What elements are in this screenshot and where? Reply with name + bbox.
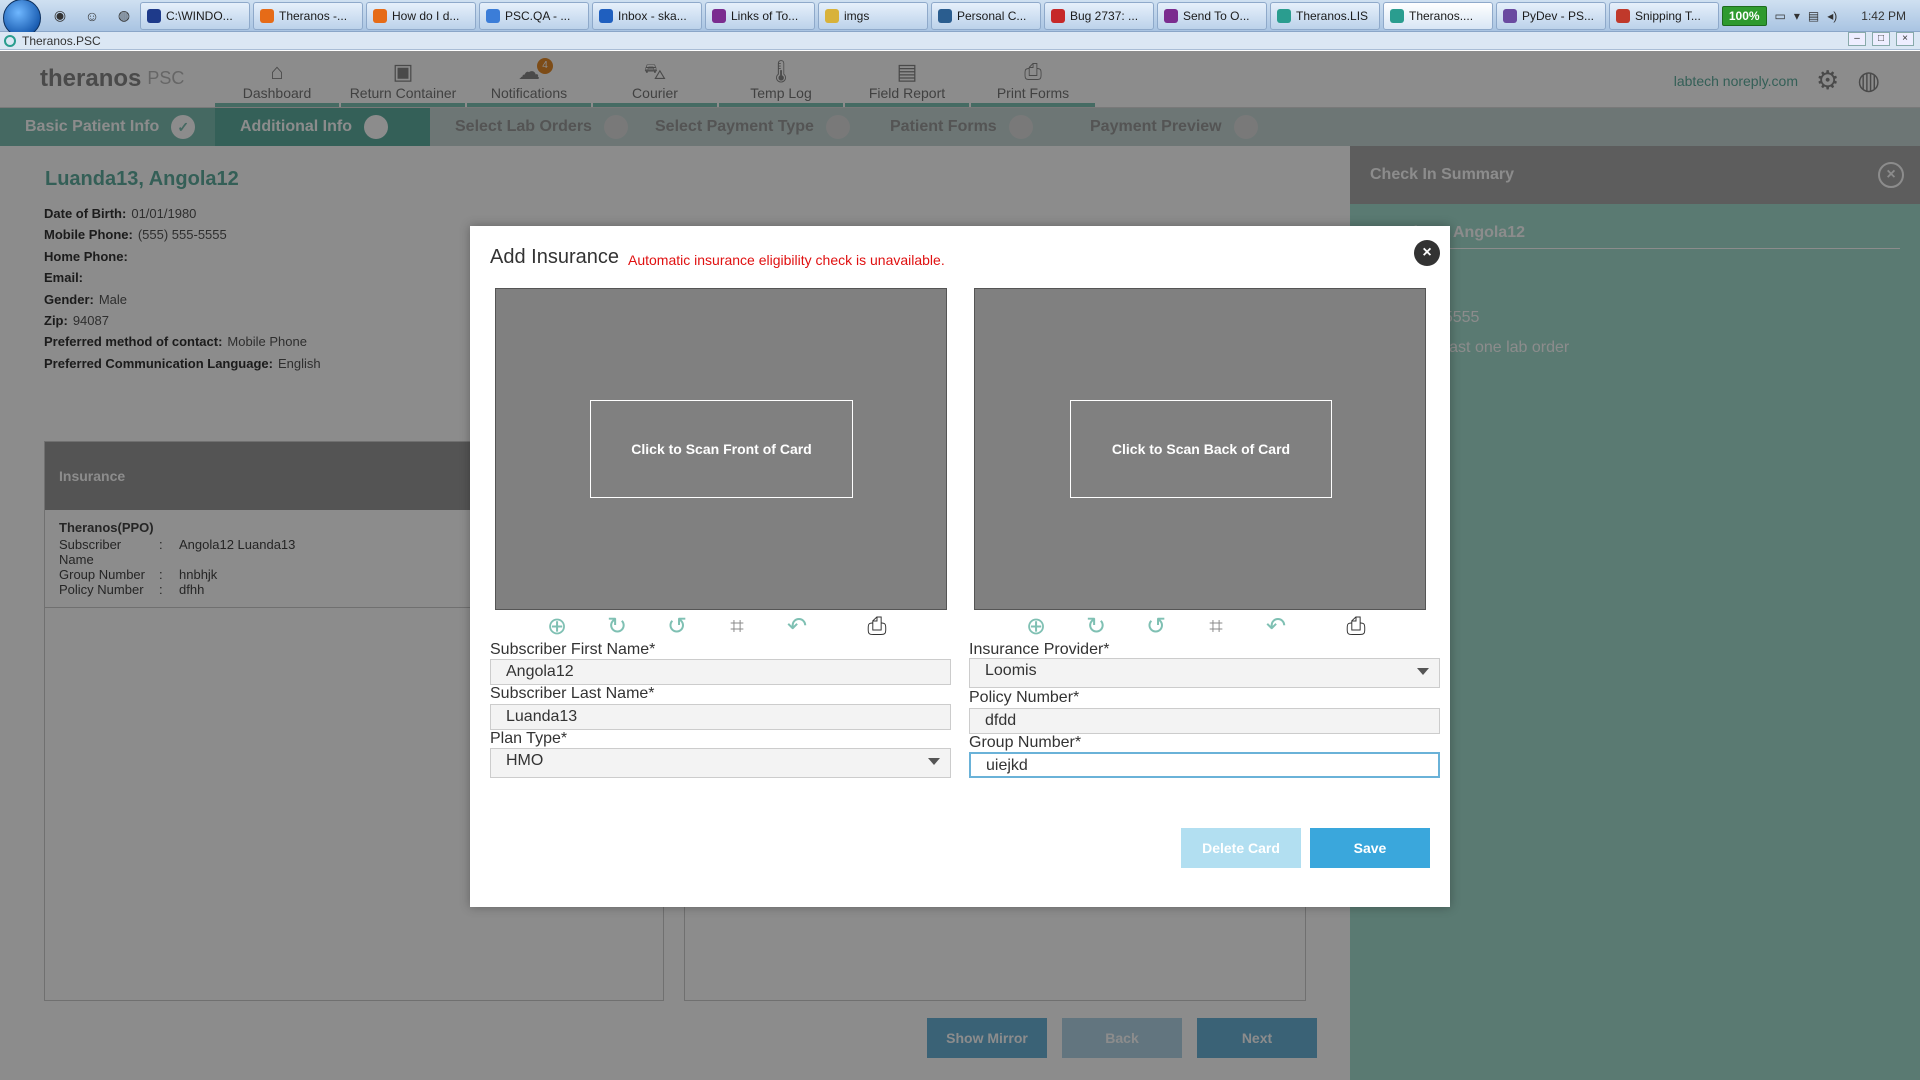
quicklaunch-app-icon[interactable]: ◍ xyxy=(108,2,140,30)
plan-type-value: HMO xyxy=(506,752,544,769)
delete-card-button[interactable]: Delete Card xyxy=(1181,828,1301,868)
app-icon xyxy=(373,8,387,23)
taskbar-button-label: imgs xyxy=(844,8,870,23)
card-front-preview: Click to Scan Front of Card xyxy=(495,288,947,610)
taskbar-button[interactable]: Theranos.... xyxy=(1383,1,1493,30)
app-icon xyxy=(1164,8,1178,23)
crop-icon[interactable]: ⌗ xyxy=(722,612,752,642)
undo-icon[interactable]: ↶ xyxy=(782,612,812,642)
app-icon xyxy=(1503,8,1517,23)
plan-type-select[interactable]: HMO xyxy=(490,748,951,778)
taskbar-button-label: Send To O... xyxy=(1183,8,1250,23)
taskbar-button-label: Snipping T... xyxy=(1635,8,1701,23)
taskbar-button-label: C:\WINDO... xyxy=(166,8,233,23)
subscriber-last-label: Subscriber Last Name* xyxy=(490,685,655,702)
group-number-input[interactable]: uiejkd xyxy=(969,752,1440,778)
provider-label: Insurance Provider* xyxy=(969,641,1110,658)
zoom-icon[interactable]: ⊕ xyxy=(1021,612,1051,642)
taskbar-button-label: Theranos.... xyxy=(1409,8,1474,23)
quicklaunch-chrome-icon[interactable]: ◉ xyxy=(44,2,76,30)
network-icon[interactable]: ▤ xyxy=(1808,9,1819,23)
battery-indicator[interactable]: 100% xyxy=(1721,6,1767,26)
taskbar-button[interactable]: Personal C... xyxy=(931,1,1041,30)
app-icon xyxy=(1051,8,1065,23)
zoom-icon[interactable]: ⊕ xyxy=(542,612,572,642)
subscriber-first-input[interactable]: Angola12 xyxy=(490,659,951,685)
provider-value: Loomis xyxy=(985,662,1037,679)
app-icon xyxy=(1390,8,1404,23)
app-icon xyxy=(147,8,161,23)
window-title: Theranos.PSC xyxy=(22,33,101,48)
crop-icon[interactable]: ⌗ xyxy=(1201,612,1231,642)
provider-select[interactable]: Loomis xyxy=(969,658,1440,688)
app-icon xyxy=(4,34,16,47)
app-icon xyxy=(1277,8,1291,23)
minimize-button[interactable]: – xyxy=(1848,32,1866,46)
rotate-right-icon[interactable]: ↻ xyxy=(602,612,632,642)
group-number-label: Group Number* xyxy=(969,734,1082,751)
print-icon[interactable]: ⎙ xyxy=(1341,612,1371,642)
taskbar-button[interactable]: Theranos.LIS xyxy=(1270,1,1380,30)
print-icon[interactable]: ⎙ xyxy=(862,612,892,642)
undo-icon[interactable]: ↶ xyxy=(1261,612,1291,642)
plan-type-label: Plan Type* xyxy=(490,730,568,747)
windows-taskbar: ◉ ☺ ◍ C:\WINDO... Theranos -... How do I d… xyxy=(0,0,1920,37)
tray-expand-icon[interactable]: ▾ xyxy=(1794,9,1800,23)
taskbar-button[interactable]: Links of To... xyxy=(705,1,815,30)
taskbar-button-label: Theranos -... xyxy=(279,8,348,23)
rotate-left-icon[interactable]: ↺ xyxy=(1141,612,1171,642)
taskbar-button-label: Inbox - ska... xyxy=(618,8,687,23)
volume-icon[interactable]: ◂) xyxy=(1827,9,1837,23)
taskbar-button-label: PSC.QA - ... xyxy=(505,8,571,23)
start-button[interactable] xyxy=(0,0,44,37)
maximize-button[interactable]: □ xyxy=(1872,32,1890,46)
taskbar-button[interactable]: Bug 2737: ... xyxy=(1044,1,1154,30)
taskbar-button-label: Personal C... xyxy=(957,8,1027,23)
taskbar-button-label: Links of To... xyxy=(731,8,799,23)
chevron-down-icon xyxy=(928,758,940,765)
app-icon xyxy=(1616,8,1630,23)
clock[interactable]: 1:42 PM xyxy=(1861,9,1906,23)
taskbar-button[interactable]: imgs xyxy=(818,1,928,30)
app-icon xyxy=(486,8,500,23)
taskbar-button[interactable]: How do I d... xyxy=(366,1,476,30)
app-icon xyxy=(260,8,274,23)
scan-back-button[interactable]: Click to Scan Back of Card xyxy=(1070,400,1332,498)
power-icon[interactable]: ▭ xyxy=(1775,9,1786,23)
close-window-button[interactable]: × xyxy=(1896,32,1914,46)
taskbar-button[interactable]: Inbox - ska... xyxy=(592,1,702,30)
policy-number-label: Policy Number* xyxy=(969,689,1080,706)
eligibility-warning: Automatic insurance eligibility check is… xyxy=(628,252,945,268)
taskbar-button[interactable]: Send To O... xyxy=(1157,1,1267,30)
subscriber-first-label: Subscriber First Name* xyxy=(490,641,656,658)
taskbar-button[interactable]: C:\WINDO... xyxy=(140,1,250,30)
taskbar-button-label: How do I d... xyxy=(392,8,460,23)
taskbar-button-label: Bug 2737: ... xyxy=(1070,8,1139,23)
scan-front-button[interactable]: Click to Scan Front of Card xyxy=(590,400,853,498)
taskbar-button[interactable]: PSC.QA - ... xyxy=(479,1,589,30)
chevron-down-icon xyxy=(1417,668,1429,675)
policy-number-input[interactable]: dfdd xyxy=(969,708,1440,734)
app-icon xyxy=(712,8,726,23)
card-back-preview: Click to Scan Back of Card xyxy=(974,288,1426,610)
taskbar-button-label: PyDev - PS... xyxy=(1522,8,1595,23)
taskbar-button-label: Theranos.LIS xyxy=(1296,8,1369,23)
rotate-left-icon[interactable]: ↺ xyxy=(662,612,692,642)
modal-title: Add Insurance xyxy=(490,246,619,268)
app-icon xyxy=(599,8,613,23)
system-tray: 100% ▭ ▾ ▤ ◂) 1:42 PM xyxy=(1721,0,1920,32)
save-button[interactable]: Save xyxy=(1310,828,1430,868)
subscriber-last-input[interactable]: Luanda13 xyxy=(490,704,951,730)
quicklaunch-messenger-icon[interactable]: ☺ xyxy=(76,2,108,30)
taskbar-button[interactable]: PyDev - PS... xyxy=(1496,1,1606,30)
app-icon xyxy=(825,8,839,23)
add-insurance-modal: Add Insurance Automatic insurance eligib… xyxy=(470,226,1450,907)
taskbar-button[interactable]: Theranos -... xyxy=(253,1,363,30)
window-titlebar: Theranos.PSC – □ × xyxy=(0,32,1920,50)
taskbar-button[interactable]: Snipping T... xyxy=(1609,1,1719,30)
close-icon[interactable]: × xyxy=(1414,240,1440,266)
app-icon xyxy=(938,8,952,23)
rotate-right-icon[interactable]: ↻ xyxy=(1081,612,1111,642)
